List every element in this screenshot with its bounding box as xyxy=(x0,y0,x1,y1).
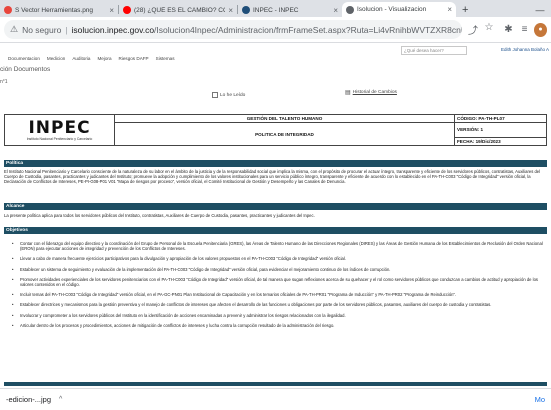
objectives-list: Contar con el liderazgo del equipo direc… xyxy=(12,241,547,333)
list-item: Involucrar y comprometer a los servidore… xyxy=(12,313,547,318)
url-host: isolucion.inpec.gov.co xyxy=(71,24,155,35)
alcance-paragraph: La presente política aplica para todos l… xyxy=(4,213,315,218)
minimize-button[interactable]: — xyxy=(529,3,551,17)
page-header: ción Documentos n°1 xyxy=(0,66,551,85)
app-header: ¿Qué desea hacer? Edith Johanna Bolaño A… xyxy=(0,43,551,66)
app-search-input[interactable]: ¿Qué desea hacer? xyxy=(401,46,467,55)
row-number: n°1 xyxy=(0,79,8,85)
document-icon: ▤ xyxy=(345,90,351,96)
tab-title: S Vector Herramientas.png xyxy=(15,6,94,14)
logo-subtitle: Instituto Nacional Penitenciario y Carce… xyxy=(26,136,93,141)
logo-cell: INPEC Instituto Nacional Penitenciario y… xyxy=(4,114,115,146)
tab-favicon-icon xyxy=(123,6,131,14)
checkbox-icon xyxy=(212,92,218,98)
tab-title: Isolucion - Visualizacion xyxy=(357,6,427,13)
menu-item-sistemas[interactable]: Sistemas xyxy=(156,56,175,61)
browser-tab-active[interactable]: Isolucion - Visualizacion × xyxy=(342,2,456,17)
tab-close-icon[interactable]: × xyxy=(333,6,338,15)
history-label: Historial de Cambios xyxy=(352,90,397,95)
url-input[interactable]: ⚠ No seguro | isolucion.inpec.gov.co /Is… xyxy=(4,20,462,39)
tab-favicon-icon xyxy=(242,6,250,14)
menu-item-riesgos[interactable]: Riesgos DAFP xyxy=(119,56,149,61)
warning-icon[interactable]: ⚠ xyxy=(10,24,18,35)
chevron-up-icon[interactable]: ^ xyxy=(59,396,62,403)
new-tab-button[interactable]: + xyxy=(456,3,474,17)
share-icon[interactable]: ⤴ xyxy=(466,22,480,37)
tab-title: INPEC - INPEC xyxy=(253,6,299,14)
star-icon[interactable]: ☆ xyxy=(482,22,496,37)
section-divider xyxy=(4,382,547,386)
document-viewer: INPEC Instituto Nacional Penitenciario y… xyxy=(0,100,551,388)
browser-tab[interactable]: S Vector Herramientas.png × xyxy=(0,3,118,17)
menu-item-mejora[interactable]: Mejora xyxy=(97,56,111,61)
read-confirm-label: Lo he Leído xyxy=(220,92,246,98)
downloads-bar: -edicion-...jpg ^ Mo xyxy=(0,388,551,410)
window-controls: — xyxy=(529,3,551,17)
app-main-menu: Documentacion Medicion Auditoria Mejora … xyxy=(8,56,175,61)
inpec-logo: INPEC xyxy=(28,117,91,138)
extensions-icon[interactable]: ✱ xyxy=(502,24,515,35)
menu-item-medicion[interactable]: Medicion xyxy=(47,56,65,61)
menu-item-auditoria[interactable]: Auditoria xyxy=(72,56,90,61)
download-filename: -edicion-...jpg xyxy=(6,395,52,404)
list-item: Incluir temas del PA-TH-C003 "Código de … xyxy=(12,292,547,297)
version-cell: VERSIÓN: 1 xyxy=(454,122,547,138)
history-link[interactable]: ▤ Historial de Cambios xyxy=(345,89,397,96)
user-name[interactable]: Edith Johanna Bolaño A xyxy=(501,47,549,52)
browser-tab[interactable]: INPEC - INPEC × xyxy=(238,3,342,17)
download-item[interactable]: -edicion-...jpg ^ xyxy=(6,395,62,404)
tab-close-icon[interactable]: × xyxy=(228,6,233,15)
tab-title: (28) ¿QUÉ ES EL CAMBIO? COI xyxy=(134,6,226,14)
department-cell: GESTIÓN DEL TALENTO HUMANO xyxy=(114,113,455,124)
profile-avatar[interactable]: ● xyxy=(534,22,547,37)
security-label: No seguro xyxy=(22,24,62,35)
document-title: POLITICA DE INTEGRIDAD xyxy=(114,122,455,146)
document-header-table: INPEC Instituto Nacional Penitenciario y… xyxy=(4,113,547,147)
read-confirm-checkbox[interactable]: Lo he Leído xyxy=(212,92,245,98)
show-all-downloads-link[interactable]: Mo xyxy=(535,395,545,404)
address-bar: ⚠ No seguro | isolucion.inpec.gov.co /Is… xyxy=(0,17,551,43)
list-item: Llevar a cabo de manera frecuente ejerci… xyxy=(12,256,547,261)
tab-close-icon[interactable]: × xyxy=(109,6,114,15)
section-heading-alcance: Alcance xyxy=(4,203,547,210)
list-item: Establecer un sistema de seguimiento y e… xyxy=(12,267,547,272)
browser-tab[interactable]: (28) ¿QUÉ ES EL CAMBIO? COI × xyxy=(119,3,237,17)
list-item: Establecer directrices y mecanismos para… xyxy=(12,302,547,307)
list-item: Articular dentro de los procesos y proce… xyxy=(12,323,547,328)
reading-list-icon[interactable]: ≡ xyxy=(518,24,531,35)
section-heading-objetivos: Objetivos xyxy=(4,227,547,234)
omnibox-actions: ⤴ ☆ xyxy=(466,22,496,37)
menu-item-documentacion[interactable]: Documentacion xyxy=(8,56,40,61)
tab-favicon-icon xyxy=(4,6,12,14)
date-cell: FECHA: 19/Dic/2023 xyxy=(454,136,547,147)
tab-close-icon[interactable]: × xyxy=(447,5,452,14)
section-heading-politica: Política xyxy=(4,160,547,167)
browser-tab-strip: S Vector Herramientas.png × (28) ¿QUÉ ES… xyxy=(0,0,551,17)
doc-toolbar: Lo he Leído ▤ Historial de Cambios xyxy=(0,90,551,100)
page-title: ción Documentos xyxy=(0,66,51,73)
toolbar-actions: ✱ ≡ ● xyxy=(502,22,547,37)
url-separator: | xyxy=(65,24,68,35)
url-path: /Isolucion4Inpec/Administracion/frmFrame… xyxy=(154,24,462,35)
politica-paragraph: El Instituto Nacional Penitenciario y Ca… xyxy=(4,169,541,185)
code-cell: CÓDIGO: PA-TH-PL07 xyxy=(454,113,547,124)
tab-favicon-icon xyxy=(346,5,354,14)
list-item: Promover actividades experienciales de l… xyxy=(12,277,547,287)
list-item: Contar con el liderazgo del equipo direc… xyxy=(12,241,547,251)
